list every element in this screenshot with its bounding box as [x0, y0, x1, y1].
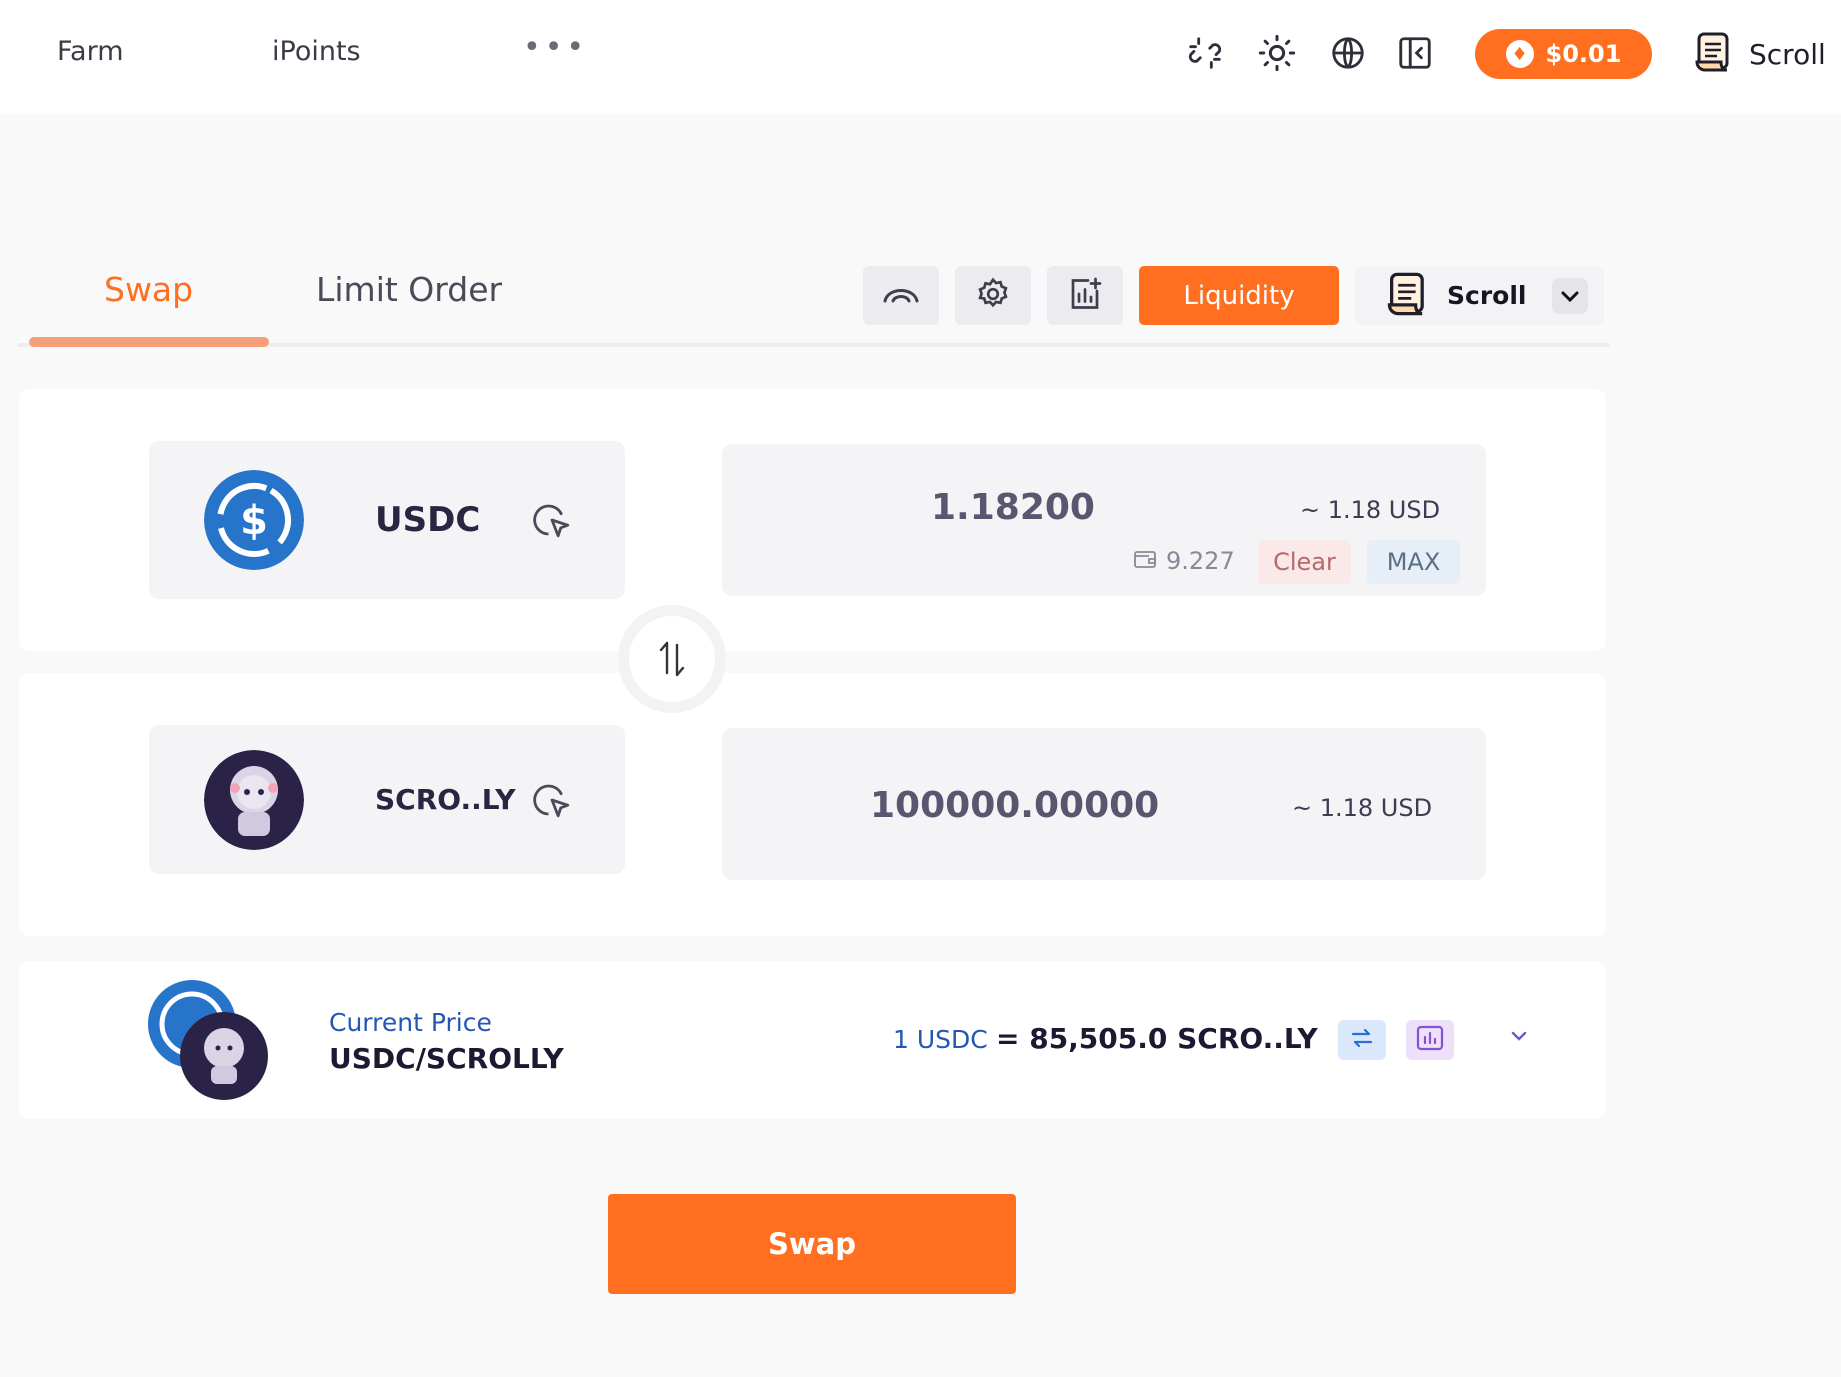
from-token-selector[interactable]: $ USDC	[149, 441, 625, 599]
network-select[interactable]: Scroll	[1355, 266, 1604, 325]
gear-icon	[975, 276, 1011, 316]
settings-button[interactable]	[955, 266, 1031, 325]
current-price-label: Current Price	[329, 1008, 492, 1037]
collapse-panel-icon[interactable]	[1394, 32, 1436, 74]
network-select-label: Scroll	[1447, 281, 1527, 310]
rate-base: 1 USDC	[893, 1025, 988, 1054]
chart-add-icon	[1067, 276, 1103, 316]
nav-ipoints-link[interactable]: iPoints	[272, 36, 361, 67]
max-button[interactable]: MAX	[1367, 540, 1460, 584]
nav-more-button[interactable]: •••	[523, 30, 588, 65]
route-icon	[882, 281, 920, 311]
from-token-symbol: USDC	[375, 500, 481, 540]
chart-toggle-button[interactable]	[1047, 266, 1123, 325]
price-chart-button[interactable]	[1406, 1020, 1454, 1060]
from-usd-value: ~ 1.18 USD	[1300, 496, 1441, 524]
refresh-icon	[1349, 1026, 1375, 1054]
from-amount-box: 1.18200 ~ 1.18 USD 9.227 Clear MAX	[722, 444, 1486, 596]
clear-button[interactable]: Clear	[1258, 540, 1351, 584]
from-balance-value: 9.227	[1166, 547, 1235, 575]
wallet-icon	[1134, 547, 1156, 575]
cursor-select-icon	[531, 779, 573, 821]
token-price-pill[interactable]: ♦ $0.01	[1475, 29, 1652, 79]
route-button[interactable]	[863, 266, 939, 325]
scroll-logo-icon	[1693, 30, 1735, 78]
network-switcher-top[interactable]: Scroll	[1693, 30, 1826, 78]
pair-logos	[148, 980, 272, 1104]
tab-swap[interactable]: Swap	[104, 270, 193, 309]
to-amount-box: 100000.00000 ~ 1.18 USD	[722, 728, 1486, 880]
to-amount-value[interactable]: 100000.00000	[870, 785, 1159, 826]
sun-icon[interactable]	[1256, 32, 1298, 74]
scrolly-logo-icon	[204, 749, 304, 850]
swap-arrows-icon	[629, 616, 715, 702]
usdc-logo-icon: $	[204, 470, 304, 570]
chevron-down-icon[interactable]	[1508, 1028, 1530, 1048]
bar-chart-icon	[1416, 1025, 1444, 1055]
to-token-symbol: SCRO..LY	[375, 783, 516, 816]
from-amount-input[interactable]: 1.18200	[931, 487, 1095, 528]
token-price-value: $0.01	[1545, 40, 1622, 68]
switch-direction-button[interactable]	[618, 605, 726, 713]
invert-rate-button[interactable]	[1338, 1020, 1386, 1060]
tab-active-indicator	[29, 337, 269, 347]
rate-quote: = 85,505.0 SCRO..LY	[996, 1022, 1318, 1055]
from-balance: 9.227	[1134, 547, 1235, 575]
globe-icon[interactable]	[1327, 32, 1369, 74]
swap-submit-button[interactable]: Swap	[608, 1194, 1016, 1294]
unlink-icon[interactable]	[1184, 32, 1226, 74]
to-usd-value: ~ 1.18 USD	[1292, 794, 1433, 822]
tab-limit-order[interactable]: Limit Order	[316, 270, 502, 309]
price-pair: USDC/SCROLLY	[329, 1042, 564, 1075]
nav-farm-link[interactable]: Farm	[57, 36, 124, 67]
svg-text:$: $	[240, 498, 268, 544]
scroll-logo-icon	[1385, 270, 1431, 322]
cursor-select-icon	[531, 499, 573, 541]
liquidity-button[interactable]: Liquidity	[1139, 266, 1339, 325]
chevron-down-icon[interactable]	[1552, 278, 1588, 314]
network-top-label: Scroll	[1749, 37, 1826, 71]
to-token-selector[interactable]: SCRO..LY	[149, 725, 625, 874]
token-logo-icon: ♦	[1505, 40, 1534, 68]
